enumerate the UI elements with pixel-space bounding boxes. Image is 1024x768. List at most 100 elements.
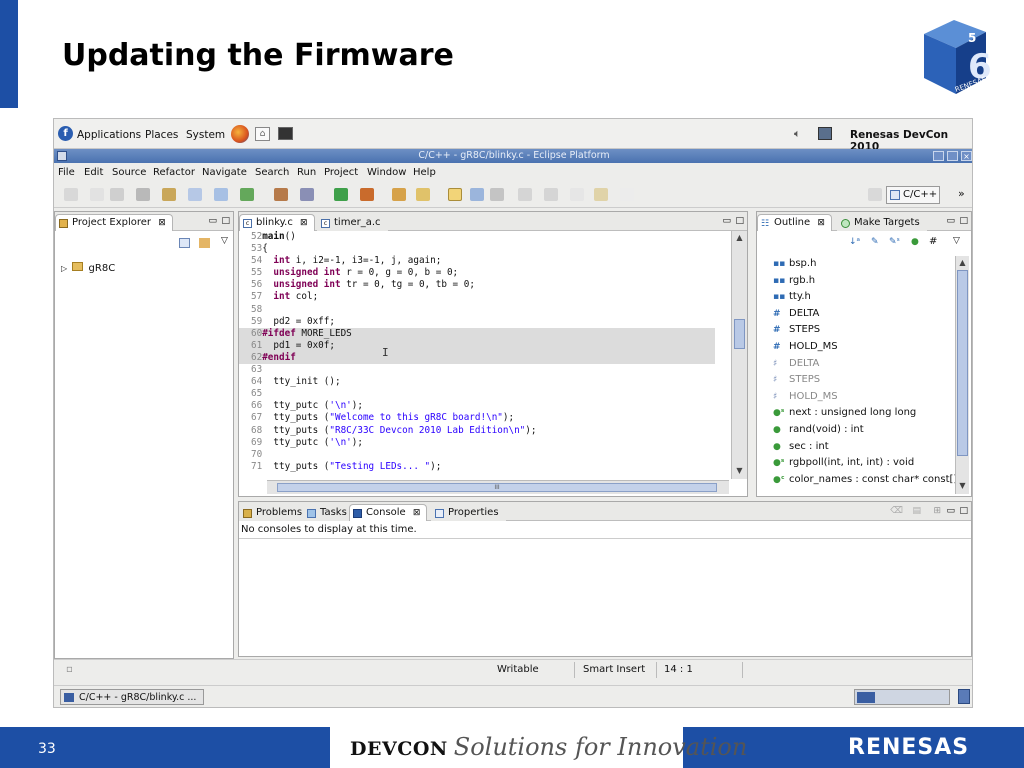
outline-item[interactable]: ♯ STEPS (773, 374, 820, 385)
tab-timer-a-c[interactable]: c timer_a.c (317, 214, 388, 231)
build-icon[interactable] (136, 188, 150, 201)
open-perspective-icon[interactable] (868, 188, 882, 201)
search-icon[interactable] (416, 188, 430, 201)
outline-item[interactable]: ●ᶜ color_names : const char* const[] (773, 474, 957, 485)
new-icon[interactable] (64, 188, 78, 201)
tab-make-targets[interactable]: Make Targets (837, 214, 927, 231)
close-tab-icon[interactable]: ⊠ (817, 218, 825, 228)
tab-properties[interactable]: Properties (431, 504, 506, 521)
outline-vertical-scrollbar[interactable]: ▲ ▼ (955, 256, 969, 494)
scroll-up-icon[interactable]: ▲ (958, 259, 967, 268)
minimize-view-icon[interactable]: ▭ (208, 216, 217, 226)
code-line[interactable]: 53{ (239, 243, 715, 255)
home-icon[interactable]: ⌂ (255, 127, 270, 141)
new-project-icon[interactable] (162, 188, 176, 201)
tab-outline[interactable]: ☷ Outline ⊠ (757, 214, 832, 231)
code-line[interactable]: 57 int col; (239, 291, 715, 303)
view-menu-chevron-icon[interactable]: ▽ (953, 236, 960, 246)
outline-item[interactable]: ♯ DELTA (773, 358, 819, 369)
scroll-down-icon[interactable]: ▼ (958, 482, 967, 491)
outline-item[interactable]: ♯ HOLD_MS (773, 391, 838, 402)
tab-tasks[interactable]: Tasks (303, 504, 354, 521)
code-line[interactable]: 66 tty_putc ('\n'); (239, 400, 715, 412)
outline-item[interactable]: ▪▪ tty.h (773, 291, 811, 302)
scroll-thumb[interactable] (734, 319, 745, 349)
gnome-places-menu[interactable]: Places (145, 129, 178, 141)
external-tools-icon[interactable] (360, 188, 374, 201)
volume-icon[interactable]: 🔈︎ (794, 127, 801, 141)
open-console-icon[interactable]: ⊞ (933, 506, 941, 516)
minimize-view-icon[interactable]: ▭ (722, 216, 731, 226)
code-line[interactable]: 60#ifdef MORE_LEDS (239, 327, 715, 340)
menu-search[interactable]: Search (255, 167, 289, 178)
debug-icon[interactable] (300, 188, 314, 201)
previous-annotation-icon[interactable] (544, 188, 558, 201)
code-line[interactable]: 58 (239, 304, 715, 316)
outline-item[interactable]: ● rand(void) : int (773, 424, 864, 435)
perspective-cpp-button[interactable]: C/C++ (886, 186, 940, 204)
sort-icon[interactable]: ↓ᵃ (849, 237, 860, 247)
collapse-all-icon[interactable] (179, 238, 190, 248)
view-menu-chevron-icon[interactable]: ▽ (221, 236, 228, 246)
tab-blinky-c[interactable]: c blinky.c ⊠ (239, 214, 315, 231)
last-edit-icon[interactable] (570, 188, 584, 201)
maximize-view-icon[interactable]: □ (959, 506, 968, 516)
forward-icon[interactable] (620, 188, 634, 201)
hide-non-public-icon[interactable]: ● (911, 237, 919, 247)
print-icon[interactable] (110, 188, 124, 201)
more-perspectives-chevron-icon[interactable]: » (958, 187, 965, 200)
code-line[interactable]: 67 tty_puts ("Welcome to this gR8C board… (239, 412, 715, 424)
clear-console-icon[interactable]: ⌫ (890, 506, 903, 516)
maximize-window-button[interactable] (947, 151, 958, 161)
code-line[interactable]: 65 (239, 388, 715, 400)
code-line[interactable]: 61 pd1 = 0x0f; (239, 339, 715, 352)
menu-project[interactable]: Project (324, 167, 358, 178)
project-tree-item[interactable]: ▷ gR8C (61, 262, 115, 274)
code-line[interactable]: 69 tty_putc ('\n'); (239, 437, 715, 449)
outline-item[interactable]: ▪▪ bsp.h (773, 258, 816, 269)
hide-static-icon[interactable]: ✎ˢ (889, 237, 900, 247)
outline-item[interactable]: ●ˢ rgbpoll(int, int, int) : void (773, 457, 914, 468)
workspace-switcher[interactable] (854, 689, 950, 705)
close-tab-icon[interactable]: ⊠ (158, 218, 166, 228)
tab-problems[interactable]: Problems (239, 504, 310, 521)
open-type-icon[interactable] (392, 188, 406, 201)
network-icon[interactable] (818, 127, 832, 140)
close-tab-icon[interactable]: ⊠ (413, 508, 421, 518)
show-whitespace-icon[interactable] (490, 188, 504, 201)
gnome-applications-menu[interactable]: Applications (77, 129, 141, 141)
fast-view-icon[interactable]: ▫ (66, 664, 73, 675)
new-class-icon[interactable] (214, 188, 228, 201)
menu-navigate[interactable]: Navigate (202, 167, 247, 178)
outline-item[interactable]: ● sec : int (773, 441, 829, 452)
new-file-icon[interactable] (240, 188, 254, 201)
scroll-down-icon[interactable]: ▼ (735, 467, 744, 476)
link-with-editor-icon[interactable] (199, 238, 210, 248)
minimize-view-icon[interactable]: ▭ (946, 216, 955, 226)
close-window-button[interactable]: × (961, 151, 972, 161)
code-line[interactable]: 59 pd2 = 0xff; (239, 316, 715, 328)
maximize-view-icon[interactable]: □ (735, 216, 744, 226)
trash-icon[interactable] (958, 689, 970, 704)
workspace-1[interactable] (857, 692, 875, 703)
toggle-mark-occurrences-icon[interactable] (448, 188, 462, 201)
code-line[interactable]: 56 unsigned int tr = 0, tg = 0, tb = 0; (239, 279, 715, 291)
menu-file[interactable]: File (58, 167, 75, 178)
code-line[interactable]: 62#endif (239, 351, 715, 365)
save-icon[interactable] (90, 188, 104, 201)
menu-run[interactable]: Run (297, 167, 316, 178)
scroll-thumb[interactable] (957, 270, 968, 456)
gnome-system-menu[interactable]: System (186, 129, 225, 141)
code-line[interactable]: 55 unsigned int r = 0, g = 0, b = 0; (239, 267, 715, 279)
toggle-block-icon[interactable] (470, 188, 484, 201)
hammer-icon[interactable] (274, 188, 288, 201)
back-icon[interactable] (594, 188, 608, 201)
menu-window[interactable]: Window (367, 167, 406, 178)
outline-item[interactable]: ●ˢ next : unsigned long long (773, 407, 916, 418)
outline-item[interactable]: # DELTA (773, 308, 819, 319)
pin-console-icon[interactable]: ▤ (912, 506, 921, 516)
new-folder-icon[interactable] (188, 188, 202, 201)
outline-item[interactable]: # STEPS (773, 324, 820, 335)
hide-fields-icon[interactable]: ✎ (871, 237, 879, 247)
taskbar-window-button[interactable]: C/C++ - gR8C/blinky.c ... (60, 689, 204, 705)
